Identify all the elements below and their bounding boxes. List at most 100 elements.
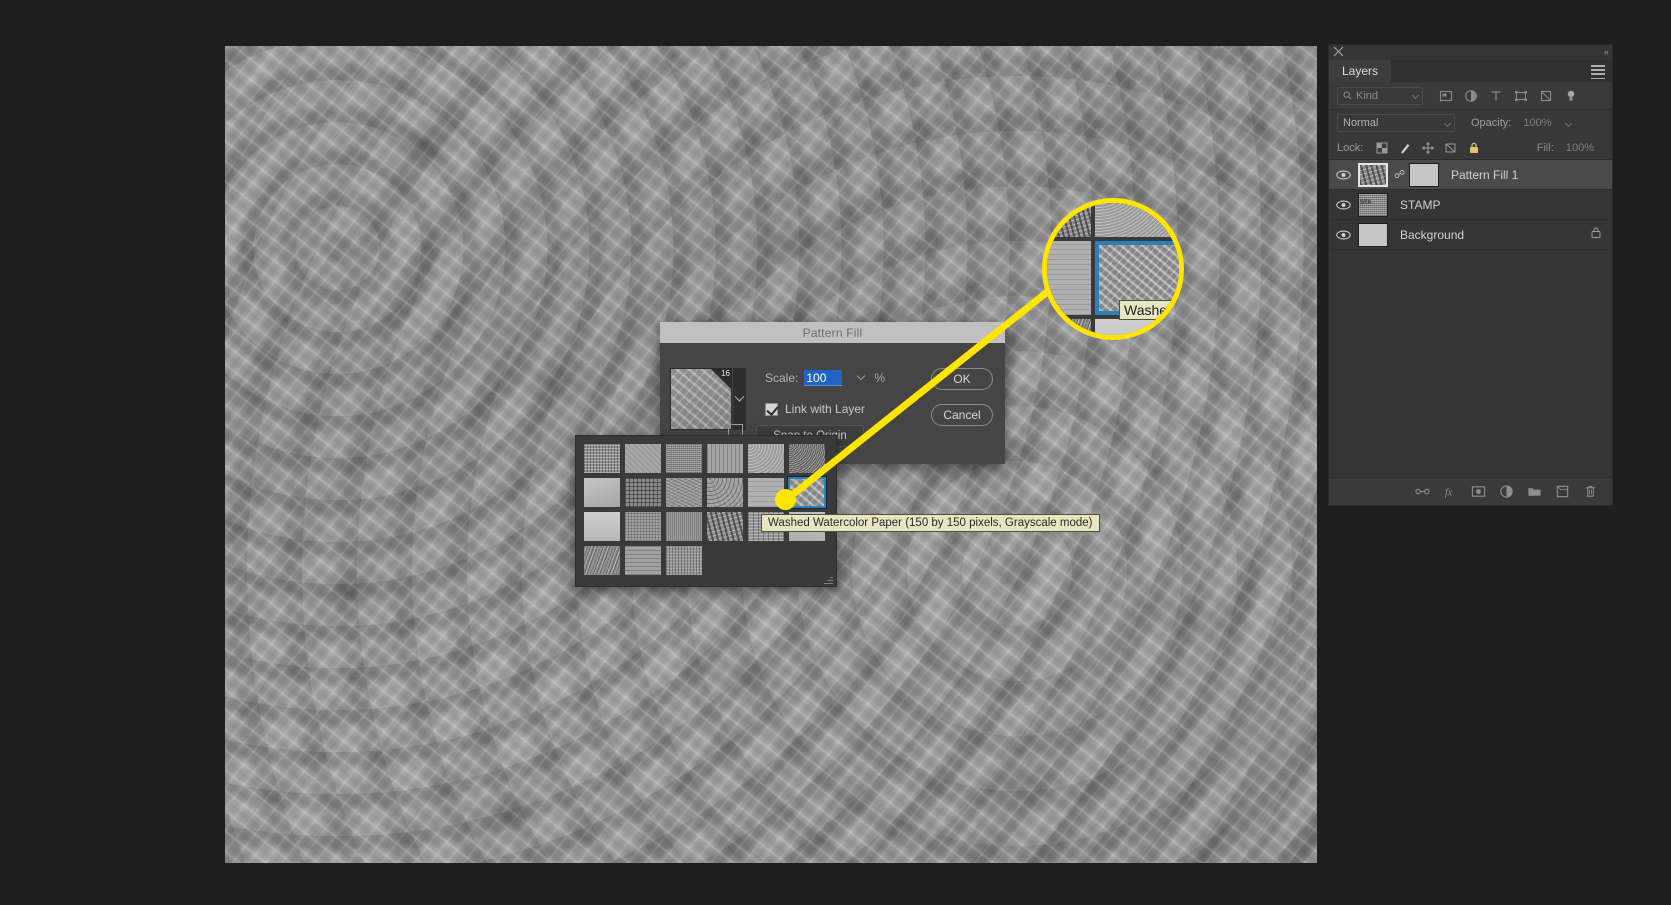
- layers-panel-bottom-toolbar[interactable]: fx: [1329, 477, 1612, 505]
- filter-kind-select[interactable]: Kind: [1337, 86, 1423, 105]
- magnifier-tooltip: Washe: [1119, 300, 1173, 320]
- resize-grip-icon[interactable]: [824, 575, 833, 584]
- pattern-grid[interactable]: [583, 443, 827, 576]
- pattern-swatch-7[interactable]: [624, 477, 662, 508]
- pattern-swatch-14[interactable]: [665, 511, 703, 542]
- scale-input[interactable]: 100: [804, 370, 843, 386]
- panel-tab-row[interactable]: Layers: [1329, 60, 1612, 82]
- chevron-down-icon: [734, 391, 745, 402]
- panel-menu-icon[interactable]: [1591, 65, 1605, 82]
- layer-thumbnail[interactable]: [1358, 162, 1388, 187]
- adjustment-layer-icon[interactable]: [1499, 484, 1514, 499]
- layer-filter-row[interactable]: Kind: [1329, 82, 1612, 110]
- lock-row[interactable]: Lock: Fill: 100%: [1329, 136, 1612, 160]
- photoshop-screen: Pattern Fill 16 Scale: 100 % Link with L…: [0, 0, 1671, 905]
- lock-artboard-nesting-icon[interactable]: [1444, 141, 1458, 155]
- pattern-swatch-1[interactable]: [624, 443, 662, 474]
- blend-mode-row[interactable]: Normal Opacity: 100%: [1329, 110, 1612, 136]
- opacity-dropdown-icon[interactable]: [1564, 119, 1572, 127]
- pattern-swatch-3[interactable]: [706, 443, 744, 474]
- layer-styles-fx-icon[interactable]: fx: [1443, 484, 1458, 499]
- link-layers-icon[interactable]: [1415, 484, 1430, 499]
- layer-visibility-eye-icon[interactable]: [1335, 230, 1352, 240]
- layer-visibility-eye-icon[interactable]: [1335, 200, 1352, 210]
- filter-smart-objects-icon[interactable]: [1539, 89, 1553, 103]
- pattern-swatch-15[interactable]: [706, 511, 744, 542]
- filter-type-layers-icon[interactable]: [1489, 89, 1503, 103]
- new-group-icon[interactable]: [1527, 484, 1542, 499]
- filter-kind-label: Kind: [1356, 89, 1379, 102]
- layer-name-label[interactable]: Background: [1400, 228, 1464, 242]
- pattern-swatch-4[interactable]: [747, 443, 785, 474]
- lock-all-icon[interactable]: [1467, 141, 1481, 155]
- lock-image-pixels-brush-icon[interactable]: [1398, 141, 1412, 155]
- new-layer-icon[interactable]: [1555, 484, 1570, 499]
- pattern-swatch-20[interactable]: [665, 545, 703, 576]
- lock-icon-group[interactable]: [1375, 141, 1481, 155]
- tab-layers-label: Layers: [1342, 64, 1379, 78]
- add-mask-icon[interactable]: [1471, 484, 1486, 499]
- opacity-value[interactable]: 100%: [1523, 117, 1551, 129]
- dialog-title: Pattern Fill: [802, 325, 863, 340]
- pattern-swatch-18[interactable]: [583, 545, 621, 576]
- pattern-swatch-8[interactable]: [665, 477, 703, 508]
- link-with-layer-label: Link with Layer: [785, 402, 866, 416]
- layer-mask-thumbnail[interactable]: [1409, 162, 1439, 187]
- layer-locked-icon: [1590, 226, 1602, 244]
- pattern-swatch-9[interactable]: [706, 477, 744, 508]
- pattern-preview-picker[interactable]: 16: [670, 368, 746, 430]
- layer-name-label[interactable]: STAMP: [1400, 198, 1440, 212]
- search-icon: [1343, 91, 1352, 100]
- layer-mask-link-icon[interactable]: ☍: [1394, 168, 1405, 181]
- magnifier-callout: Washe: [1042, 198, 1184, 340]
- link-with-layer-row[interactable]: Link with Layer: [765, 402, 865, 416]
- pattern-swatch-5[interactable]: [788, 443, 826, 474]
- blend-mode-value: Normal: [1343, 117, 1379, 129]
- scale-dropdown-icon[interactable]: [857, 371, 866, 381]
- layer-thumbnail[interactable]: [1358, 222, 1388, 247]
- fill-value[interactable]: 100%: [1566, 142, 1594, 154]
- pattern-picker-popup[interactable]: [575, 435, 837, 587]
- filter-shape-layers-icon[interactable]: [1514, 89, 1528, 103]
- pattern-swatch-19[interactable]: [624, 545, 662, 576]
- opacity-label: Opacity:: [1471, 117, 1512, 129]
- pattern-swatch-texture: [789, 444, 825, 473]
- pattern-swatch-2[interactable]: [665, 443, 703, 474]
- pattern-swatch-texture: [666, 512, 702, 541]
- layer-row-background[interactable]: Background: [1329, 220, 1612, 250]
- layer-visibility-eye-icon[interactable]: [1335, 170, 1352, 180]
- tab-layers[interactable]: Layers: [1329, 60, 1392, 82]
- pattern-dropdown-button[interactable]: [733, 368, 746, 430]
- chevron-down-icon: [1411, 91, 1420, 100]
- link-with-layer-checkbox[interactable]: [765, 402, 778, 416]
- lock-transparent-pixels-icon[interactable]: [1375, 141, 1389, 155]
- close-icon[interactable]: [1333, 46, 1344, 57]
- pattern-swatch-0[interactable]: [583, 443, 621, 474]
- layer-row-pattern-fill-1[interactable]: ☍ Pattern Fill 1: [1329, 160, 1612, 190]
- pattern-swatch-6[interactable]: [583, 477, 621, 508]
- magnifier-content: Washe: [1047, 203, 1179, 335]
- pattern-swatch-13[interactable]: [624, 511, 662, 542]
- delete-layer-icon[interactable]: [1583, 484, 1598, 499]
- dialog-titlebar: Pattern Fill: [660, 322, 1005, 343]
- pattern-swatch-texture: [666, 444, 702, 473]
- layer-row-stamp[interactable]: STA STAMP: [1329, 190, 1612, 220]
- mag-swatch-b: [1095, 203, 1179, 237]
- layer-thumbnail[interactable]: STA: [1358, 192, 1388, 217]
- panel-topbar: «: [1329, 45, 1612, 60]
- layer-name-label[interactable]: Pattern Fill 1: [1451, 168, 1518, 182]
- pattern-swatch-texture: [625, 444, 661, 473]
- filter-toggle-icon[interactable]: [1564, 89, 1578, 103]
- pattern-swatch-12[interactable]: [583, 511, 621, 542]
- ok-button[interactable]: OK: [931, 368, 993, 390]
- pattern-swatch-texture: [584, 478, 620, 507]
- lock-position-move-icon[interactable]: [1421, 141, 1435, 155]
- filter-adjustment-layers-icon[interactable]: [1464, 89, 1478, 103]
- blend-mode-select[interactable]: Normal: [1337, 114, 1455, 132]
- filter-pixel-layers-icon[interactable]: [1439, 89, 1453, 103]
- filter-icon-group[interactable]: [1439, 89, 1578, 103]
- cancel-button[interactable]: Cancel: [931, 404, 993, 426]
- collapse-panel-icon[interactable]: «: [1604, 47, 1609, 57]
- layers-panel[interactable]: « Layers Kind Normal Opacity: 100% Lock:…: [1328, 44, 1613, 506]
- pattern-swatch-texture: [584, 512, 620, 541]
